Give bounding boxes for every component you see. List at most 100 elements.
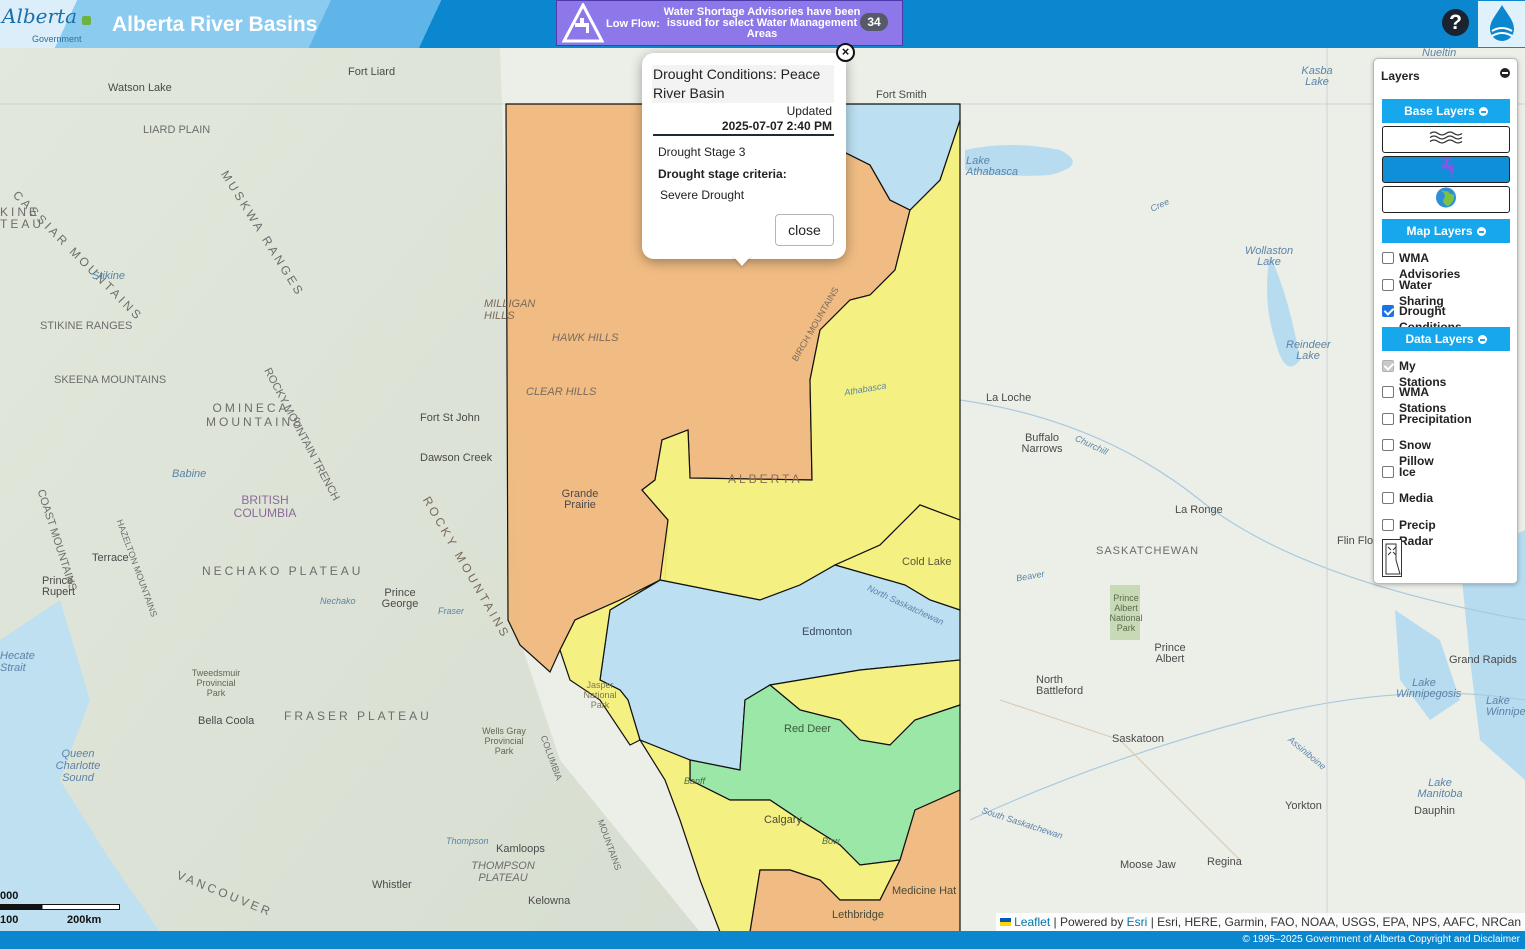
ukraine-flag-icon: [999, 918, 1011, 926]
checkbox[interactable]: [1382, 252, 1394, 264]
label-wells-gray: Wells Gray Provincial Park: [482, 726, 526, 756]
label-lethbridge: Lethbridge: [832, 909, 884, 921]
popup-criteria-value: Severe Drought: [660, 188, 745, 202]
map-layers-toggle[interactable]: Map Layers: [1382, 219, 1510, 243]
label-lake-winnipeg: Lake Winnipe: [1486, 695, 1525, 718]
layer-label: Media: [1399, 491, 1434, 505]
label-edmonton: Edmonton: [802, 626, 853, 638]
label-calgary: Calgary: [764, 814, 802, 826]
label-dauphin: Dauphin: [1414, 805, 1455, 817]
label-fraser-river: Fraser: [438, 606, 465, 616]
label-banff: Banff: [684, 776, 706, 786]
label-skeena: SKEENA MOUNTAINS: [54, 374, 167, 386]
label-la-loche: La Loche: [986, 392, 1032, 404]
logo-mark: [82, 16, 91, 25]
label-flin-flon: Flin Flo: [1337, 535, 1374, 547]
label-stikine: Stikine: [92, 270, 126, 282]
label-nechako-river: Nechako: [320, 596, 356, 606]
layers-panel: Layers Base Layers Map Layers WMA Adviso…: [1373, 58, 1518, 584]
globe-icon: [1435, 186, 1457, 213]
close-icon[interactable]: ×: [836, 43, 855, 62]
water-drop-icon[interactable]: [1478, 1, 1525, 47]
minus-icon: [1476, 227, 1486, 236]
label-liard-plain: LIARD PLAIN: [143, 124, 211, 136]
label-lake-manitoba: Lake Manitoba: [1417, 777, 1463, 800]
label-cold-lake: Cold Lake: [902, 556, 952, 568]
base-layer-waves[interactable]: [1382, 126, 1510, 153]
label-moose-jaw: Moose Jaw: [1120, 859, 1176, 871]
label-lake-winnipegosis: Lake Winnipegosis: [1396, 677, 1462, 700]
label-saskatchewan: SASKATCHEWAN: [1096, 545, 1200, 557]
label-grande-prairie: Grande Prairie: [561, 488, 599, 511]
copyright-link[interactable]: © 1995–2025 Government of Alberta Copyri…: [1242, 934, 1520, 945]
app-title: Alberta River Basins: [112, 13, 318, 36]
label-wollaston: Wollaston Lake: [1244, 245, 1294, 268]
label-bc: BRITISH COLUMBIA: [233, 493, 297, 520]
water-warning-icon: [562, 3, 604, 43]
checkbox[interactable]: [1382, 413, 1394, 425]
scale-left-label: 100: [0, 914, 19, 926]
label-stikine-ranges: STIKINE RANGES: [40, 320, 133, 332]
layer-label: Ice: [1399, 465, 1416, 479]
help-icon[interactable]: ?: [1442, 9, 1469, 36]
minus-icon: [1478, 107, 1488, 116]
esri-link[interactable]: Esri: [1127, 915, 1148, 929]
label-kelowna: Kelowna: [528, 895, 571, 907]
label-lake-athabasca: Lake Athabasca: [966, 155, 1018, 178]
zoom-to-alberta-button[interactable]: [1382, 539, 1402, 577]
popup-updated-date: 2025-07-07 2:40 PM: [721, 119, 832, 133]
page-footer: © 1995–2025 Government of Alberta Copyri…: [0, 931, 1525, 949]
label-nechako: NECHAKO PLATEAU: [202, 564, 364, 578]
data-layers-label: Data Layers: [1405, 332, 1474, 346]
label-kamloops: Kamloops: [496, 843, 545, 855]
label-queen-charlotte: Queen Charlotte Sound: [55, 748, 101, 784]
attribution-sources: | Esri, HERE, Garmin, FAO, NOAA, USGS, E…: [1150, 915, 1521, 929]
checkbox[interactable]: [1382, 466, 1394, 478]
popup-title: Drought Conditions: Peace River Basin: [652, 65, 834, 103]
label-kine-teau: KINE TEAU: [0, 205, 45, 231]
scale-bar: 000 100 200km: [0, 890, 120, 930]
checkbox[interactable]: [1382, 279, 1394, 291]
label-terrace: Terrace: [92, 552, 129, 564]
base-layers-toggle[interactable]: Base Layers: [1382, 99, 1510, 123]
checkbox[interactable]: [1382, 519, 1394, 531]
label-fort-st-john: Fort St John: [420, 412, 480, 424]
checkbox[interactable]: [1382, 492, 1394, 504]
label-prince-albert: Prince Albert: [1154, 642, 1186, 665]
base-layer-globe[interactable]: [1382, 186, 1510, 213]
scale-bar-graphic: [0, 904, 120, 910]
drought-info-popup: Drought Conditions: Peace River Basin Up…: [642, 53, 846, 259]
popup-close-button[interactable]: close: [775, 214, 834, 246]
label-la-ronge: La Ronge: [1175, 504, 1223, 516]
label-fort-liard: Fort Liard: [348, 66, 396, 78]
label-grand-rapids: Grand Rapids: [1449, 654, 1517, 666]
label-watson-lake: Watson Lake: [108, 82, 172, 94]
popup-divider: [653, 134, 834, 136]
low-flow-alert-banner[interactable]: Low Flow: Water Shortage Advisories have…: [556, 0, 903, 46]
label-buffalo: Buffalo Narrows: [1021, 432, 1063, 455]
base-layer-tap[interactable]: [1382, 156, 1510, 183]
alberta-logo[interactable]: Alberta Government: [2, 4, 94, 44]
popup-drought-stage: Drought Stage 3: [658, 145, 746, 159]
checkbox-checked[interactable]: [1382, 305, 1394, 317]
label-medicine-hat: Medicine Hat: [892, 885, 957, 897]
label-regina: Regina: [1207, 856, 1242, 868]
label-fort-smith: Fort Smith: [876, 89, 927, 101]
popup-criteria-label: Drought stage criteria:: [658, 167, 787, 181]
label-hecate: Hecate Strait: [0, 650, 35, 674]
checkbox[interactable]: [1382, 439, 1394, 451]
data-layers-toggle[interactable]: Data Layers: [1382, 327, 1510, 351]
label-reindeer: Reindeer Lake: [1286, 339, 1331, 362]
label-thompson-plateau: THOMPSON PLATEAU: [471, 860, 535, 884]
label-tweedsmuir: Tweedsmuir Provincial Park: [191, 668, 241, 698]
label-babine: Babine: [172, 468, 207, 480]
collapse-layers-icon[interactable]: [1500, 68, 1510, 78]
waves-icon: [1429, 130, 1463, 149]
powered-by-text: | Powered by: [1053, 915, 1124, 929]
leaflet-link[interactable]: Leaflet: [1014, 915, 1050, 929]
minus-icon: [1477, 335, 1487, 344]
checkbox[interactable]: [1382, 386, 1394, 398]
label-fraser-plateau: FRASER PLATEAU: [284, 709, 432, 723]
alert-count-badge: 34: [860, 13, 888, 31]
map-layers-label: Map Layers: [1406, 224, 1473, 238]
